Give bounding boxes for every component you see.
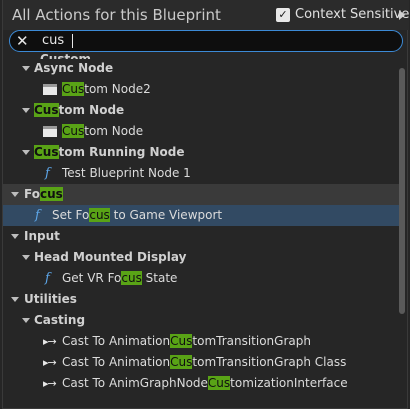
tree-action-item[interactable]: ▸→ Cast To AnimationCustomTransitionGraph — [3, 331, 401, 352]
search-match-highlight: Cus — [170, 334, 193, 348]
tree-category[interactable]: Async Node — [3, 58, 401, 79]
search-match-highlight: Cus — [170, 355, 193, 369]
label-text: Set Fo — [52, 208, 90, 222]
search-match-highlight: cus — [89, 208, 110, 222]
label-text: Cast To AnimGraphNode — [62, 376, 208, 390]
label-text: tom Node — [84, 124, 144, 138]
context-menu-arrow-icon[interactable] — [399, 10, 405, 20]
label-text: tom Running Node — [58, 145, 185, 159]
tree-item-label: Async Node — [34, 58, 113, 79]
tree-category[interactable]: Utilities — [3, 289, 401, 310]
label-text: tom Node2 — [84, 82, 151, 96]
label-text: Head Mounted Display — [34, 250, 187, 264]
chevron-down-icon[interactable] — [22, 108, 30, 113]
tree-action-item[interactable]: ▸→ Cast To AnimationCustomTransitionGraph… — [3, 352, 401, 373]
context-sensitive-checkbox[interactable]: ✓ — [276, 8, 290, 22]
chevron-down-icon[interactable] — [22, 150, 30, 155]
chevron-down-icon[interactable] — [22, 318, 30, 323]
tree-item-label: Custom Running Node — [34, 142, 184, 163]
scrollbar-thumb[interactable] — [399, 68, 405, 314]
tree-item-label: Set Focus to Game Viewport — [52, 205, 222, 226]
search-match-highlight: Cus — [62, 82, 85, 96]
tree-category[interactable]: Head Mounted Display — [3, 247, 401, 268]
label-text: Casting — [34, 313, 86, 327]
tree-item-label: Casting — [34, 310, 85, 331]
label-text: Cast To Animation — [62, 334, 171, 348]
tree-item-label: Custom Node2 — [62, 79, 151, 100]
action-tree[interactable]: Async Node Custom Node2 Custom Node Custom … — [3, 52, 401, 409]
chevron-down-icon[interactable] — [22, 66, 30, 71]
tree-category[interactable]: Casting — [3, 310, 401, 331]
search-match-highlight: cus — [39, 187, 63, 201]
tree-item-label: Head Mounted Display — [34, 247, 186, 268]
tree-category[interactable]: Input — [3, 226, 401, 247]
chevron-down-icon[interactable] — [11, 234, 19, 239]
label-text: tomTransitionGraph Class — [192, 355, 347, 369]
tree-category[interactable]: Custom Running Node — [3, 142, 401, 163]
close-icon[interactable]: ✕ — [16, 32, 29, 50]
node-icon — [43, 84, 57, 95]
tree-action-item[interactable]: Custom Node2 — [3, 79, 401, 100]
tree-category[interactable]: Custom Node — [3, 100, 401, 121]
chevron-down-icon[interactable] — [11, 192, 19, 197]
label-text: to Game Viewport — [109, 208, 223, 222]
label-text: State — [141, 271, 178, 285]
search-match-highlight: Cus — [34, 145, 59, 159]
label-text: tomizationInterface — [230, 376, 348, 390]
label-text: Input — [24, 229, 60, 243]
search-box[interactable]: ✕ — [9, 30, 403, 52]
label-text: Async Node — [34, 61, 114, 75]
search-input[interactable] — [42, 33, 342, 49]
cast-icon: ▸→ — [43, 377, 57, 390]
function-icon: f — [45, 166, 50, 181]
label-text: tomTransitionGraph — [192, 334, 311, 348]
search-match-highlight: Cus — [207, 376, 231, 390]
search-match-highlight: Cus — [62, 124, 85, 138]
tree-item-label: Focus — [24, 184, 63, 205]
chevron-down-icon[interactable] — [11, 297, 19, 302]
tree-action-item[interactable]: ▸→ Cast To AnimGraphNodeCustomizationInte… — [3, 373, 401, 394]
tree-action-item[interactable]: Custom Node — [3, 121, 401, 142]
search-match-highlight: Cus — [34, 103, 59, 117]
tree-item-label: Custom Node — [34, 100, 124, 121]
chevron-down-icon[interactable] — [22, 255, 30, 260]
tree-action-item[interactable]: f Set Focus to Game Viewport — [3, 205, 401, 226]
tree-item-label: Get VR Focus State — [62, 268, 177, 289]
tree-item-label: Custom Node — [62, 121, 143, 142]
tree-action-item[interactable]: f Test Blueprint Node 1 — [3, 163, 401, 184]
tree-item-label: Test Blueprint Node 1 — [62, 163, 191, 184]
label-text: Test Blueprint Node 1 — [62, 166, 191, 180]
function-icon: f — [45, 271, 50, 286]
menu-header: All Actions for this Blueprint ✓ Context… — [3, 0, 409, 30]
tree-item-label: Cast To AnimGraphNodeCustomizationInterf… — [62, 373, 348, 394]
cast-icon: ▸→ — [43, 356, 57, 369]
node-icon — [43, 126, 57, 137]
cast-icon: ▸→ — [43, 335, 57, 348]
tree-item-label: Cast To AnimationCustomTransitionGraph — [62, 331, 311, 352]
tree-category[interactable]: Focus — [3, 184, 401, 205]
tree-item-label: Cast To AnimationCustomTransitionGraph C… — [62, 352, 346, 373]
label-text: tom Node — [58, 103, 125, 117]
label-text: Get VR Fo — [62, 271, 122, 285]
function-icon: f — [35, 208, 40, 223]
label-text: Utilities — [24, 292, 77, 306]
action-menu-window: All Actions for this Blueprint ✓ Context… — [2, 0, 409, 409]
search-match-highlight: cus — [121, 271, 142, 285]
label-text: Fo — [24, 187, 40, 201]
tree-item-label: Input — [24, 226, 60, 247]
menu-title: All Actions for this Blueprint — [12, 6, 221, 24]
tree-item-label: Utilities — [24, 289, 77, 310]
text-caret — [72, 34, 73, 48]
tree-action-item[interactable]: f Get VR Focus State — [3, 268, 401, 289]
context-sensitive-label[interactable]: Context Sensitive — [295, 7, 409, 22]
label-text: Cast To Animation — [62, 355, 171, 369]
